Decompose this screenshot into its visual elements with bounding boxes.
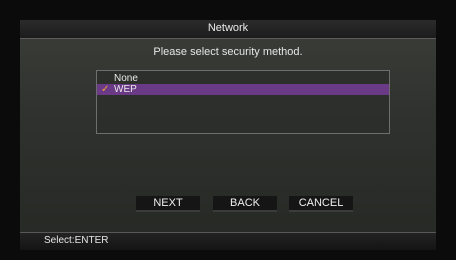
next-button[interactable]: NEXT: [136, 195, 200, 212]
title-bar: Network: [20, 20, 436, 38]
option-none-label: None: [114, 73, 138, 84]
screen-title: Network: [207, 22, 249, 34]
check-icon: ✓: [101, 84, 110, 95]
back-button[interactable]: BACK: [213, 195, 277, 212]
option-wep[interactable]: ✓ WEP: [97, 84, 389, 95]
instruction-text: Please select security method.: [153, 46, 303, 58]
title-divider: [20, 38, 436, 39]
option-wep-label: WEP: [114, 84, 137, 95]
cancel-button[interactable]: CANCEL: [289, 195, 353, 212]
option-none[interactable]: None: [97, 73, 389, 84]
security-method-list: None ✓ WEP: [96, 70, 390, 134]
footer-bar: Select:ENTER: [20, 233, 436, 250]
select-hint: Select:ENTER: [44, 235, 109, 246]
